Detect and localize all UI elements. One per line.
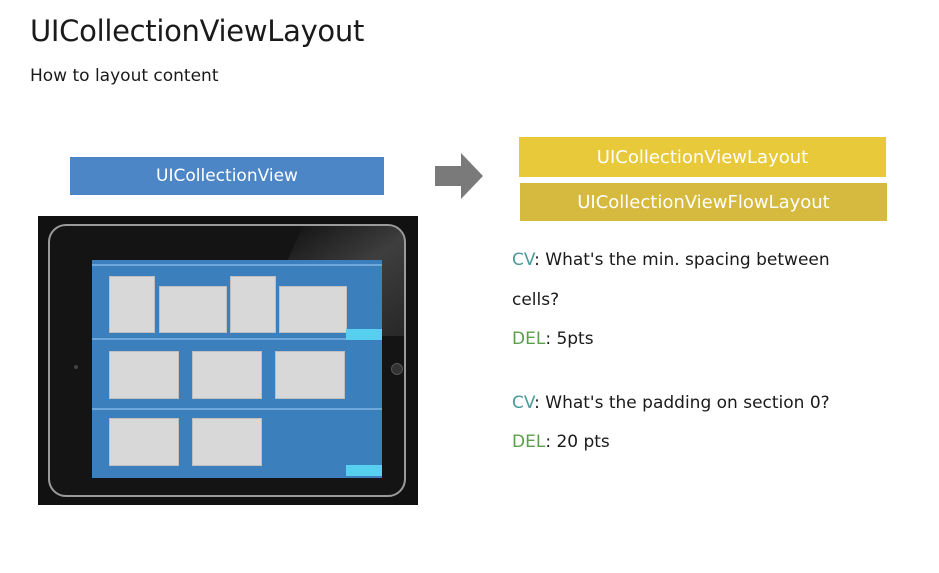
section-divider [92, 264, 382, 266]
section-highlight [346, 465, 382, 476]
question-1-line-1: CV: What's the min. spacing between [512, 250, 830, 270]
slide-title: UICollectionViewLayout [30, 14, 365, 48]
collection-cell [230, 276, 276, 333]
home-button-icon [391, 363, 403, 375]
question-2-text: : What's the padding on section 0? [534, 393, 830, 413]
flow-layout-label: UICollectionViewFlowLayout [520, 183, 887, 221]
collection-cell [275, 351, 345, 399]
collection-view-label: UICollectionView [70, 157, 384, 195]
answer-1-text: : 5pts [545, 329, 594, 349]
layout-label-text: UICollectionViewLayout [596, 146, 809, 168]
collection-view-label-text: UICollectionView [156, 166, 298, 186]
del-speaker: DEL [512, 329, 546, 349]
answer-2: DEL: 20 pts [512, 432, 610, 452]
collection-cell [192, 351, 262, 399]
flow-layout-label-text: UICollectionViewFlowLayout [577, 191, 830, 213]
section-highlight [346, 329, 382, 340]
ipad-screen [92, 260, 382, 478]
ipad-bezel [48, 224, 406, 497]
right-arrow-icon [435, 153, 483, 199]
camera-dot [74, 365, 78, 369]
answer-1: DEL: 5pts [512, 329, 594, 349]
collection-cell [109, 418, 179, 466]
collection-cell [109, 351, 179, 399]
question-2: CV: What's the padding on section 0? [512, 393, 830, 413]
question-1-text: : What's the min. spacing between [534, 250, 830, 270]
cv-speaker: CV [512, 393, 535, 413]
collection-cell [279, 286, 347, 333]
answer-2-text: : 20 pts [545, 432, 610, 452]
section-divider [92, 408, 382, 410]
ipad-illustration [38, 216, 418, 505]
collection-cell [192, 418, 262, 466]
collection-cell [109, 276, 155, 333]
slide-subtitle: How to layout content [30, 66, 219, 86]
cv-speaker: CV [512, 250, 535, 270]
question-1-line-2: cells? [512, 290, 560, 310]
layout-label: UICollectionViewLayout [519, 137, 886, 177]
del-speaker: DEL [512, 432, 546, 452]
collection-cell [159, 286, 227, 333]
section-divider [92, 338, 382, 340]
